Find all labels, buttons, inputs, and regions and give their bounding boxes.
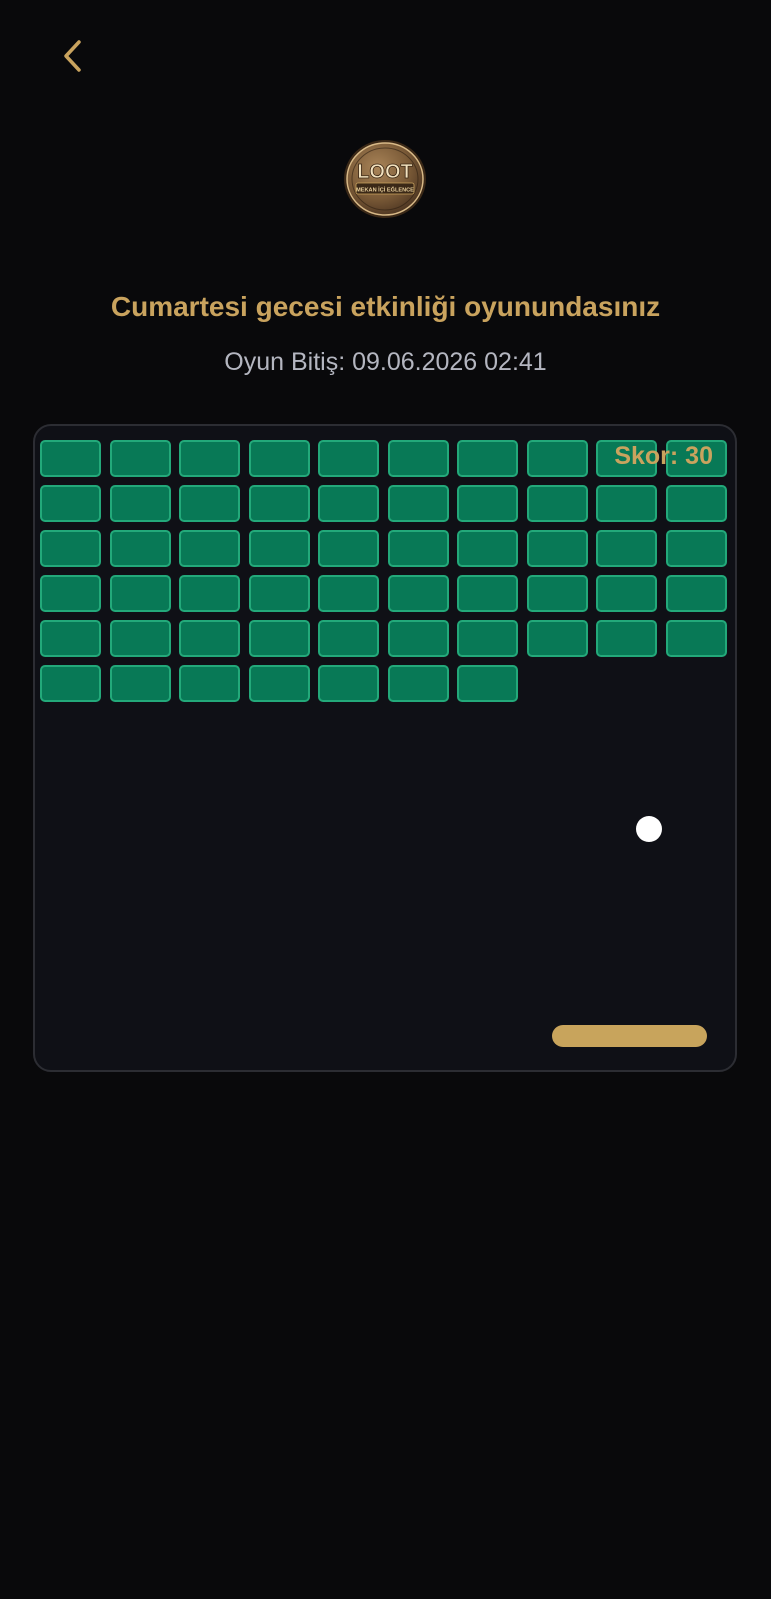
brick: [387, 440, 449, 477]
brick: [248, 575, 310, 612]
brick: [387, 530, 449, 567]
brick: [665, 485, 727, 522]
brick: [665, 620, 727, 657]
brick: [387, 665, 449, 702]
brick: [457, 620, 518, 657]
brick: [596, 485, 657, 522]
brick: [179, 440, 240, 477]
back-button[interactable]: [50, 32, 94, 80]
brick: [318, 575, 379, 612]
brick: [40, 620, 101, 657]
brick: [40, 485, 101, 522]
brick: [248, 485, 310, 522]
ball: [636, 816, 662, 842]
brick: [179, 620, 240, 657]
loot-logo: LOOT MEKAN İÇİ EĞLENCE: [343, 139, 427, 219]
brick: [40, 665, 101, 702]
brick: [318, 665, 379, 702]
brick: [109, 665, 171, 702]
brick: [596, 530, 657, 567]
brick: [457, 665, 518, 702]
score-label: Skor: 30: [614, 442, 713, 470]
paddle[interactable]: [552, 1025, 707, 1047]
brick: [526, 530, 588, 567]
brick: [665, 530, 727, 567]
brick: [526, 620, 588, 657]
brick: [248, 530, 310, 567]
brick: [526, 575, 588, 612]
brick: [179, 485, 240, 522]
chevron-left-icon: [64, 40, 81, 72]
brick: [248, 665, 310, 702]
brick: [526, 485, 588, 522]
brick: [318, 485, 379, 522]
brick: [40, 530, 101, 567]
brick: [387, 485, 449, 522]
brick: [457, 485, 518, 522]
game-board[interactable]: Skor: 30: [33, 424, 737, 1072]
brick: [109, 575, 171, 612]
svg-text:LOOT: LOOT: [357, 161, 413, 183]
brick: [318, 530, 379, 567]
brick: [109, 485, 171, 522]
brick: [40, 440, 101, 477]
svg-text:MEKAN İÇİ EĞLENCE: MEKAN İÇİ EĞLENCE: [356, 185, 414, 193]
brick: [387, 575, 449, 612]
brick: [596, 575, 657, 612]
brick: [179, 575, 240, 612]
brick: [109, 620, 171, 657]
brick: [457, 575, 518, 612]
brick: [457, 530, 518, 567]
brick: [665, 575, 727, 612]
brick: [179, 665, 240, 702]
brick: [457, 440, 518, 477]
brick: [40, 575, 101, 612]
brick: [248, 620, 310, 657]
game-end-time: Oyun Bitiş: 09.06.2026 02:41: [224, 348, 547, 376]
brick: [318, 440, 379, 477]
brick: [109, 440, 171, 477]
event-title: Cumartesi gecesi etkinliği oyunundasınız: [110, 291, 661, 322]
brick: [179, 530, 240, 567]
brick: [248, 440, 310, 477]
brick: [387, 620, 449, 657]
brick: [318, 620, 379, 657]
brick: [596, 620, 657, 657]
brick: [526, 440, 588, 477]
brick: [109, 530, 171, 567]
